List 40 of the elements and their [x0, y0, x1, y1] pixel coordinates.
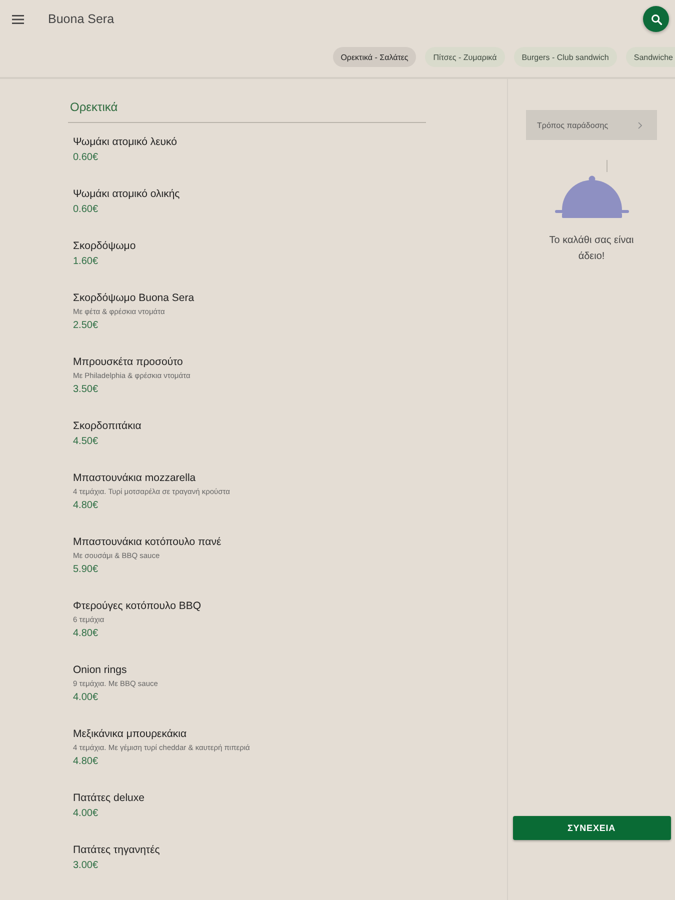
category-tab[interactable]: Burgers - Club sandwich [514, 47, 617, 67]
item-name[interactable]: Onion rings [73, 663, 127, 677]
item-name[interactable]: Σκορδόψωμο [73, 239, 136, 253]
item-name[interactable]: Ψωμάκι ατομικό ολικής [73, 187, 180, 201]
app-title: Buona Sera [48, 12, 114, 26]
item-name[interactable]: Πατάτες deluxe [73, 791, 144, 805]
empty-cart-message: Το καλάθι σας είναι άδειο! [548, 234, 635, 264]
category-tab[interactable]: Ορεκτικά - Σαλάτες [332, 47, 416, 67]
continue-button[interactable]: ΣΥΝΕΧΕΙΑ [512, 816, 670, 840]
item-name[interactable]: Μεξικάνικα μπουρεκάκια [73, 727, 187, 741]
category-tab[interactable]: Sandwiche [626, 47, 675, 67]
item-price: 4.50€ [73, 435, 98, 449]
category-tab[interactable]: Πίτσες - Ζυμαρικά [425, 47, 505, 67]
item-name[interactable]: Σκορδοπιτάκια [73, 419, 142, 433]
item-name[interactable]: Μπαστουνάκια mozzarella [73, 471, 196, 485]
item-price: 3.00€ [73, 859, 98, 873]
serving-cloche-icon [554, 160, 628, 219]
chevron-right-icon [638, 122, 642, 128]
delivery-method-button[interactable]: Τρόπος παράδοσης [526, 110, 657, 140]
item-price: 5.90€ [73, 563, 98, 577]
item-price: 3.50€ [73, 383, 98, 397]
search-icon [650, 14, 662, 24]
item-name[interactable]: Φτερούγες κοτόπουλο BBQ [73, 599, 202, 613]
item-price: 4.80€ [73, 627, 98, 641]
item-name[interactable]: Μπρουσκέτα προσούτο [73, 355, 183, 369]
item-name[interactable]: Σκορδόψωμο Buona Sera [73, 291, 194, 305]
item-price: 4.00€ [73, 691, 98, 705]
item-price: 4.80€ [73, 499, 98, 513]
item-name[interactable]: Ψωμάκι ατομικό λευκό [73, 135, 177, 149]
item-price: 4.00€ [73, 807, 98, 821]
item-price: 2.50€ [73, 319, 98, 333]
section-title: Ορεκτικά [70, 99, 119, 115]
item-price: 4.80€ [73, 755, 98, 769]
item-price: 0.60€ [73, 203, 98, 217]
item-name[interactable]: Πατάτες τηγανητές [73, 843, 160, 857]
item-name[interactable]: Μπαστουνάκια κοτόπουλο πανέ [73, 535, 222, 549]
search-button[interactable] [643, 6, 669, 32]
menu-icon[interactable] [12, 14, 24, 24]
item-price: 1.60€ [73, 255, 98, 269]
item-price: 0.60€ [73, 151, 98, 165]
